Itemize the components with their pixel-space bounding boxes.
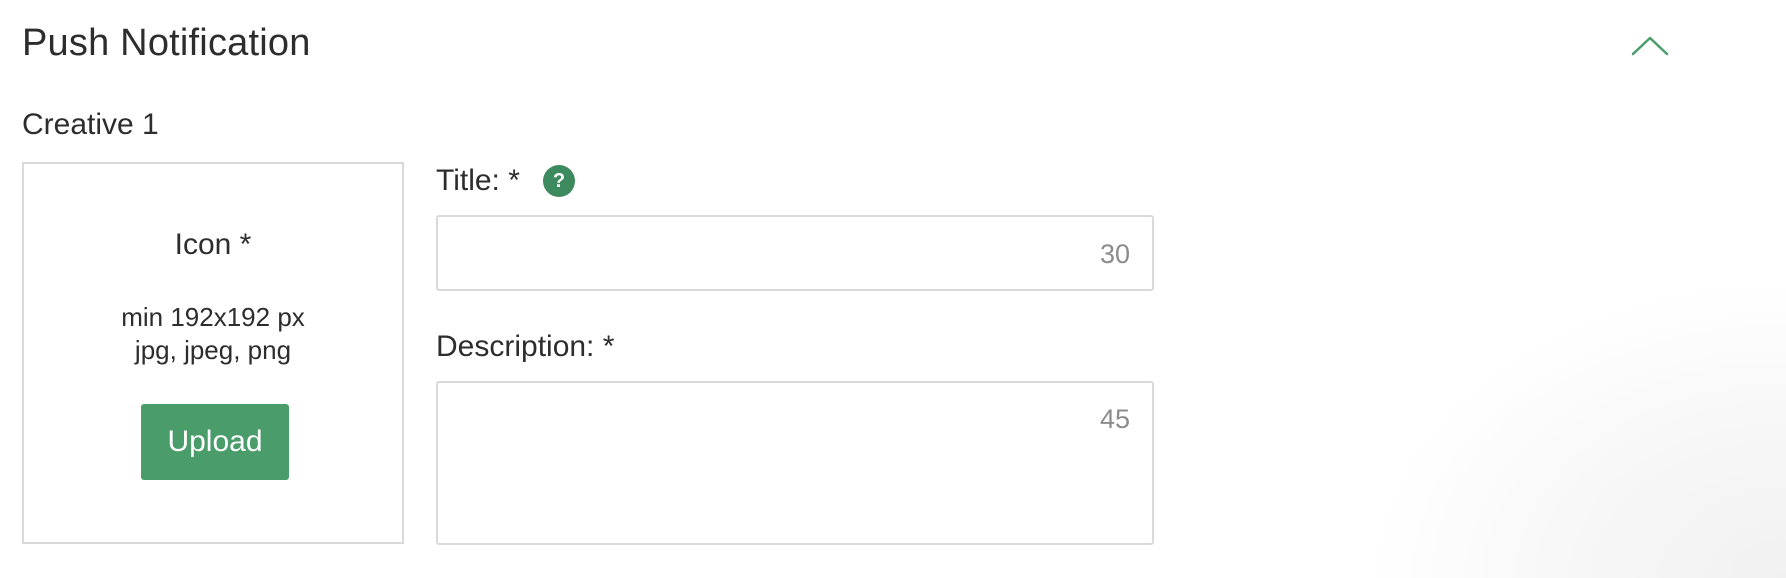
description-input[interactable] xyxy=(438,383,1152,543)
description-field: 45 xyxy=(436,381,1154,545)
creative-title: Creative 1 xyxy=(22,108,159,141)
icon-size-requirement: min 192x192 px xyxy=(121,302,305,332)
background-shade xyxy=(1366,278,1786,578)
icon-upload-card: Icon * min 192x192 px jpg, jpeg, png Upl… xyxy=(22,162,404,544)
question-mark-icon[interactable]: ? xyxy=(543,165,575,197)
chevron-up-icon xyxy=(1631,36,1669,56)
icon-format-requirement: jpg, jpeg, png xyxy=(134,335,292,365)
title-input[interactable] xyxy=(438,217,1152,289)
collapse-section-button[interactable] xyxy=(1630,34,1670,58)
title-field-label: Title: * xyxy=(436,164,520,197)
upload-button[interactable]: Upload xyxy=(141,404,289,480)
icon-upload-label: Icon * xyxy=(174,228,252,261)
description-field-label: Description: * xyxy=(436,330,615,363)
title-field: 30 xyxy=(436,215,1154,291)
section-title: Push Notification xyxy=(22,22,311,64)
